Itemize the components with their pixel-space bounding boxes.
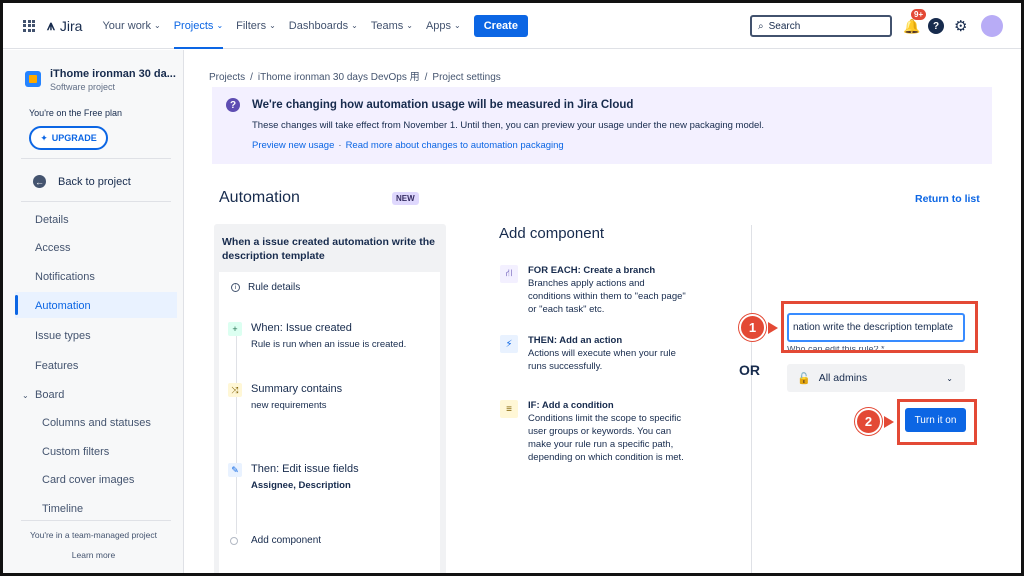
project-type: Software project bbox=[50, 82, 116, 92]
chevron-down-icon: ⌄ bbox=[216, 21, 224, 30]
column-divider bbox=[751, 225, 752, 573]
upgrade-button[interactable]: ✦ UPGRADE bbox=[29, 126, 108, 150]
chevron-down-icon: ⌄ bbox=[406, 21, 413, 30]
preview-usage-link[interactable]: Preview new usage bbox=[252, 140, 334, 151]
sidebar-item-columns-statuses[interactable]: Columns and statuses bbox=[42, 417, 151, 429]
jira-logo[interactable]: ⩚ Jira bbox=[47, 17, 82, 34]
banner-links: Preview new usage · Read more about change… bbox=[252, 140, 564, 151]
shuffle-icon: ⤨ bbox=[228, 383, 242, 397]
learn-more-link[interactable]: Learn more bbox=[3, 550, 184, 560]
breadcrumb-settings[interactable]: Project settings bbox=[432, 72, 500, 83]
sidebar-item-details[interactable]: Details bbox=[35, 214, 69, 226]
app-window: ⩚ Jira Your work ⌄ Projects ⌄ Filters ⌄ Das… bbox=[0, 0, 1024, 576]
gear-icon[interactable]: ⚙ bbox=[954, 13, 967, 39]
component-branch[interactable]: ⛙ FOR EACH: Create a branch Branches app… bbox=[500, 265, 690, 316]
component-action[interactable]: ⚡ THEN: Add an action Actions will execu… bbox=[500, 335, 690, 373]
chevron-down-icon: ⌄ bbox=[351, 21, 358, 30]
notifications-button[interactable]: 🔔 9+ bbox=[903, 9, 927, 39]
pencil-icon: ✎ bbox=[228, 463, 242, 477]
sidebar-item-custom-filters[interactable]: Custom filters bbox=[42, 446, 109, 458]
nav-teams[interactable]: Teams ⌄ bbox=[371, 3, 413, 49]
banner-title: We're changing how automation usage will… bbox=[252, 99, 634, 111]
lock-icon: 🔓 bbox=[797, 372, 811, 385]
nav-apps[interactable]: Apps ⌄ bbox=[426, 3, 461, 49]
divider bbox=[21, 201, 171, 202]
avatar[interactable] bbox=[981, 15, 1003, 37]
chevron-down-icon: ⌄ bbox=[153, 21, 161, 30]
project-header[interactable]: iThome ironman 30 da... Software project bbox=[25, 68, 176, 92]
top-nav: ⩚ Jira Your work ⌄ Projects ⌄ Filters ⌄ Das… bbox=[3, 3, 1021, 49]
annotation-arrow-icon bbox=[884, 416, 894, 428]
add-component-item[interactable]: Add component bbox=[230, 535, 321, 546]
highlight-box-2 bbox=[897, 399, 977, 445]
info-banner: ? We're changing how automation usage wi… bbox=[212, 87, 992, 164]
rule-body: i Rule details + When: Issue created Rul… bbox=[219, 272, 440, 573]
sparkle-icon: ✦ bbox=[40, 132, 48, 143]
rule-panel: When a issue created automation write th… bbox=[214, 224, 446, 573]
annotation-arrow-icon bbox=[768, 322, 778, 334]
sidebar-item-board[interactable]: Board bbox=[35, 389, 64, 401]
search-input[interactable]: ⌕ Search bbox=[750, 15, 892, 37]
banner-text: These changes will take effect from Nove… bbox=[252, 120, 765, 131]
breadcrumb-project[interactable]: iThome ironman 30 days DevOps 用 bbox=[258, 72, 420, 83]
jira-logo-icon: ⩚ bbox=[47, 17, 55, 33]
step-badge-2: 2 bbox=[855, 408, 882, 435]
nav-projects[interactable]: Projects ⌄ bbox=[173, 3, 224, 49]
sidebar-item-features[interactable]: Features bbox=[35, 360, 78, 372]
who-can-edit-select[interactable]: 🔓 All admins ⌄ bbox=[787, 364, 965, 392]
new-badge: NEW bbox=[392, 192, 419, 205]
chevron-down-icon: ⌄ bbox=[454, 21, 461, 30]
bell-icon: 🔔 bbox=[903, 17, 921, 34]
nav-dashboards[interactable]: Dashboards ⌄ bbox=[289, 3, 358, 49]
plan-text: You're on the Free plan bbox=[29, 108, 122, 118]
sidebar-item-card-cover-images[interactable]: Card cover images bbox=[42, 474, 134, 486]
sidebar-item-access[interactable]: Access bbox=[35, 242, 70, 254]
nav-your-work[interactable]: Your work ⌄ bbox=[102, 3, 160, 49]
divider bbox=[21, 520, 171, 521]
circle-icon bbox=[230, 536, 238, 545]
component-condition[interactable]: ≡ IF: Add a condition Conditions limit t… bbox=[500, 400, 690, 464]
breadcrumb-projects[interactable]: Projects bbox=[209, 72, 245, 83]
rule-connector-line bbox=[236, 334, 237, 534]
rule-step-condition[interactable]: ⤨ Summary contains new requirements bbox=[228, 383, 342, 411]
question-icon: ? bbox=[226, 98, 240, 112]
notification-badge: 9+ bbox=[911, 9, 927, 20]
add-component-title: Add component bbox=[499, 225, 605, 242]
plus-icon: + bbox=[228, 322, 242, 336]
breadcrumb: Projects / iThome ironman 30 days DevOps 用… bbox=[209, 72, 501, 83]
help-icon[interactable]: ? bbox=[928, 18, 944, 34]
read-more-link[interactable]: Read more about changes to automation pa… bbox=[346, 140, 564, 151]
branch-icon: ⛙ bbox=[500, 265, 518, 283]
nav-filters[interactable]: Filters ⌄ bbox=[236, 3, 276, 49]
sidebar: iThome ironman 30 da... Software project… bbox=[3, 50, 184, 573]
chevron-down-icon: ⌄ bbox=[946, 373, 953, 383]
rule-step-action[interactable]: ✎ Then: Edit issue fields Assignee, Desc… bbox=[228, 463, 359, 491]
search-icon: ⌕ bbox=[758, 20, 764, 32]
back-to-project-link[interactable]: ← Back to project bbox=[33, 175, 131, 188]
rule-step-trigger[interactable]: + When: Issue created Rule is run when a… bbox=[228, 322, 406, 350]
page-title: Automation bbox=[219, 189, 300, 206]
rule-title: When a issue created automation write th… bbox=[222, 236, 435, 262]
lightning-icon: ⚡ bbox=[500, 335, 518, 353]
return-to-list-link[interactable]: Return to list bbox=[915, 193, 980, 205]
chevron-down-icon[interactable]: ⌄ bbox=[22, 391, 29, 400]
filter-icon: ≡ bbox=[500, 400, 518, 418]
step-badge-1: 1 bbox=[739, 314, 766, 341]
highlight-box-1 bbox=[781, 301, 978, 353]
sidebar-item-timeline[interactable]: Timeline bbox=[42, 503, 83, 515]
app-switcher-icon[interactable] bbox=[23, 19, 35, 32]
or-label: OR bbox=[739, 362, 760, 378]
project-name: iThome ironman 30 da... bbox=[50, 68, 176, 80]
create-button[interactable]: Create bbox=[473, 14, 528, 37]
rule-details-item[interactable]: i Rule details bbox=[231, 282, 300, 293]
sidebar-item-issue-types[interactable]: Issue types bbox=[35, 330, 91, 342]
info-icon: i bbox=[231, 283, 240, 292]
team-managed-note: You're in a team-managed project bbox=[30, 530, 157, 540]
sidebar-item-notifications[interactable]: Notifications bbox=[35, 271, 95, 283]
chevron-down-icon: ⌄ bbox=[269, 21, 276, 30]
divider bbox=[21, 158, 171, 159]
project-icon bbox=[25, 71, 41, 87]
sidebar-item-automation[interactable]: Automation bbox=[35, 300, 91, 312]
arrow-left-icon: ← bbox=[33, 175, 46, 188]
